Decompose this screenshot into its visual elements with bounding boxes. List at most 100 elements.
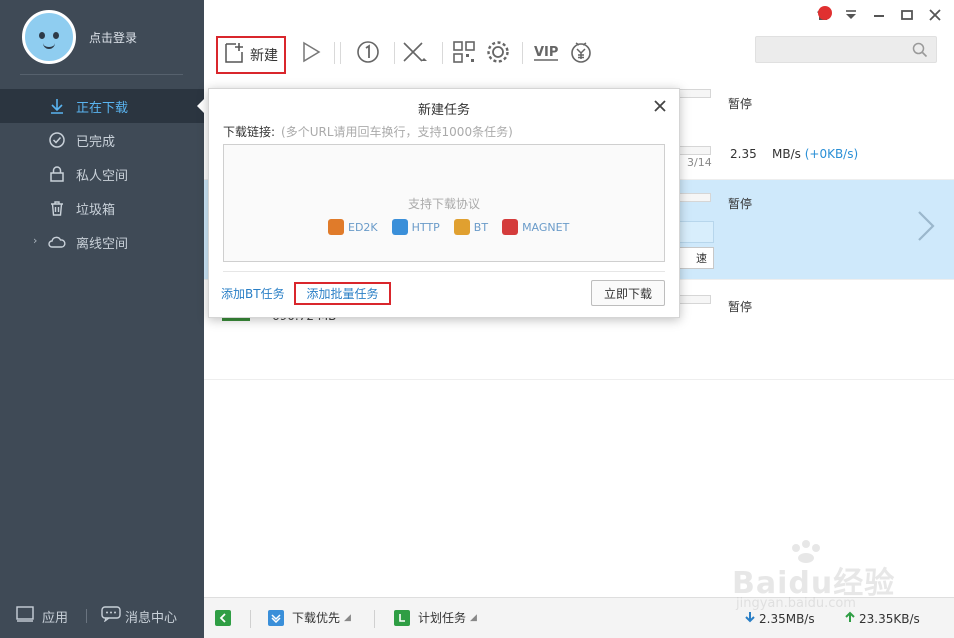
- close-dialog-button[interactable]: [653, 99, 667, 113]
- chat-bubble-icon: [101, 606, 121, 626]
- money-bag-icon: [569, 40, 593, 67]
- baidu-watermark: Baidu经验 jingyan.baidu.com: [732, 540, 912, 620]
- protocol-http: HTTP: [391, 219, 440, 235]
- money-button[interactable]: [568, 40, 594, 66]
- download-priority-button[interactable]: 下载优先 ◢: [268, 609, 351, 626]
- url-textarea[interactable]: 支持下载协议 ED2K HTTP BT MAGNET: [223, 144, 665, 262]
- start-button[interactable]: [298, 40, 324, 66]
- dialog-title: 新建任务: [417, 103, 470, 118]
- message-center-button[interactable]: 消息中心: [101, 606, 177, 626]
- priority-icon: [268, 609, 284, 626]
- qr-code-icon: [452, 40, 476, 67]
- chevron-right-icon[interactable]: ›: [33, 234, 37, 247]
- gear-icon: [486, 40, 510, 67]
- speed-limit-button[interactable]: [355, 40, 381, 66]
- protocol-label: HTTP: [411, 220, 440, 234]
- task-action-button[interactable]: [674, 221, 714, 243]
- apps-icon: [16, 606, 34, 626]
- sidebar-item-label: 垃圾箱: [76, 202, 116, 218]
- footer-divider: [86, 609, 88, 623]
- settings-button[interactable]: [485, 40, 511, 66]
- ed2k-icon: [328, 219, 344, 235]
- download-now-button[interactable]: 立即下载: [591, 280, 665, 306]
- avatar-mouth: [43, 43, 55, 49]
- protocol-label: BT: [473, 220, 489, 234]
- maximize-button[interactable]: [900, 8, 914, 22]
- lock-icon: [47, 164, 67, 184]
- sidebar-item-label: 正在下载: [76, 100, 129, 116]
- protocol-label: ED2K: [348, 220, 378, 234]
- sidebar-item-label: 离线空间: [76, 236, 129, 252]
- priority-label: 下载优先: [292, 611, 341, 625]
- close-window-button[interactable]: [928, 8, 942, 22]
- avatar-eye-left: [39, 32, 45, 39]
- schedule-label: 计划任务: [418, 611, 467, 625]
- minimize-icon: [872, 8, 886, 22]
- add-batch-task-link[interactable]: 添加批量任务: [294, 282, 391, 305]
- caret-icon: ◢: [470, 612, 477, 623]
- login-link[interactable]: 点击登录: [89, 29, 137, 46]
- statusbar-divider: [250, 610, 251, 628]
- play-icon: [301, 41, 321, 66]
- sidebar-item-offline[interactable]: › 离线空间: [0, 225, 204, 259]
- protocol-title: 支持下载协议: [407, 197, 480, 211]
- sidebar-item-completed[interactable]: 已完成: [0, 123, 204, 157]
- link-label: 下载链接:: [223, 125, 276, 139]
- search-icon[interactable]: [912, 42, 928, 61]
- menu-button[interactable]: [844, 8, 858, 22]
- magnet-icon: [502, 219, 519, 235]
- add-bt-task-link[interactable]: 添加BT任务: [221, 285, 285, 302]
- sidebar-item-trash[interactable]: 垃圾箱: [0, 191, 204, 225]
- protocol-label: MAGNET: [522, 220, 570, 234]
- new-task-button[interactable]: 新建: [216, 36, 286, 74]
- task-status: 暂停: [728, 197, 753, 211]
- toolbar-divider: [394, 42, 395, 64]
- protocol-list: ED2K HTTP BT MAGNET: [328, 219, 569, 235]
- caret-icon: ◢: [344, 612, 351, 623]
- sidebar-item-downloading[interactable]: 正在下载: [0, 89, 204, 123]
- protocol-ed2k: ED2K: [328, 219, 378, 235]
- sidebar-item-label: 私人空间: [76, 168, 129, 184]
- link-label-row: 下载链接: (多个URL请用回车换行，支持1000条任务): [223, 123, 513, 140]
- vip-icon: VIP: [532, 41, 560, 66]
- delete-button[interactable]: [402, 40, 428, 66]
- chevron-right-icon[interactable]: [916, 210, 936, 245]
- chevron-left-icon: [219, 613, 226, 623]
- notification-dot: [818, 6, 832, 20]
- dropdown-menu-icon: [844, 8, 858, 22]
- vip-button[interactable]: VIP: [531, 40, 561, 66]
- speed-unit: MB/s: [771, 147, 801, 161]
- watermark-subtext: jingyan.baidu.com: [736, 596, 856, 611]
- check-circle-icon: [47, 130, 67, 150]
- speedup-button[interactable]: 速: [674, 247, 714, 269]
- toolbar-divider: [334, 42, 335, 64]
- close-icon: [401, 40, 429, 67]
- scheduled-task-button[interactable]: 计划任务 ◢: [394, 609, 477, 626]
- minimize-button[interactable]: [872, 8, 886, 22]
- task-speed: 2.35 MB/s (+0KB/s): [730, 147, 858, 161]
- sidebar-divider: [20, 74, 183, 75]
- qr-code-button[interactable]: [451, 40, 477, 66]
- collapse-button[interactable]: [215, 610, 231, 626]
- toolbar-divider: [522, 42, 523, 64]
- bt-icon: [453, 219, 470, 235]
- download-icon: [47, 96, 67, 116]
- dialog-divider: [223, 271, 665, 272]
- sidebar-footer: 应用 消息中心: [0, 594, 204, 638]
- protocol-bt: BT: [453, 219, 489, 235]
- svg-text:VIP: VIP: [534, 45, 558, 60]
- new-file-icon: [224, 42, 244, 68]
- search-box[interactable]: [755, 36, 937, 63]
- http-icon: [391, 219, 408, 235]
- protocol-magnet: MAGNET: [502, 219, 569, 235]
- window-controls: [816, 6, 942, 22]
- sidebar-item-label: 已完成: [76, 134, 116, 150]
- search-input[interactable]: [762, 37, 912, 61]
- avatar[interactable]: [22, 10, 76, 64]
- skin-button[interactable]: [816, 6, 832, 22]
- link-hint: (多个URL请用回车换行，支持1000条任务): [281, 125, 513, 139]
- sidebar-item-private[interactable]: 私人空间: [0, 157, 204, 191]
- toolbar-divider: [340, 42, 341, 64]
- apps-button[interactable]: 应用: [16, 606, 68, 626]
- new-task-dialog: 新建任务 下载链接: (多个URL请用回车换行，支持1000条任务) 支持下载协议…: [208, 88, 680, 318]
